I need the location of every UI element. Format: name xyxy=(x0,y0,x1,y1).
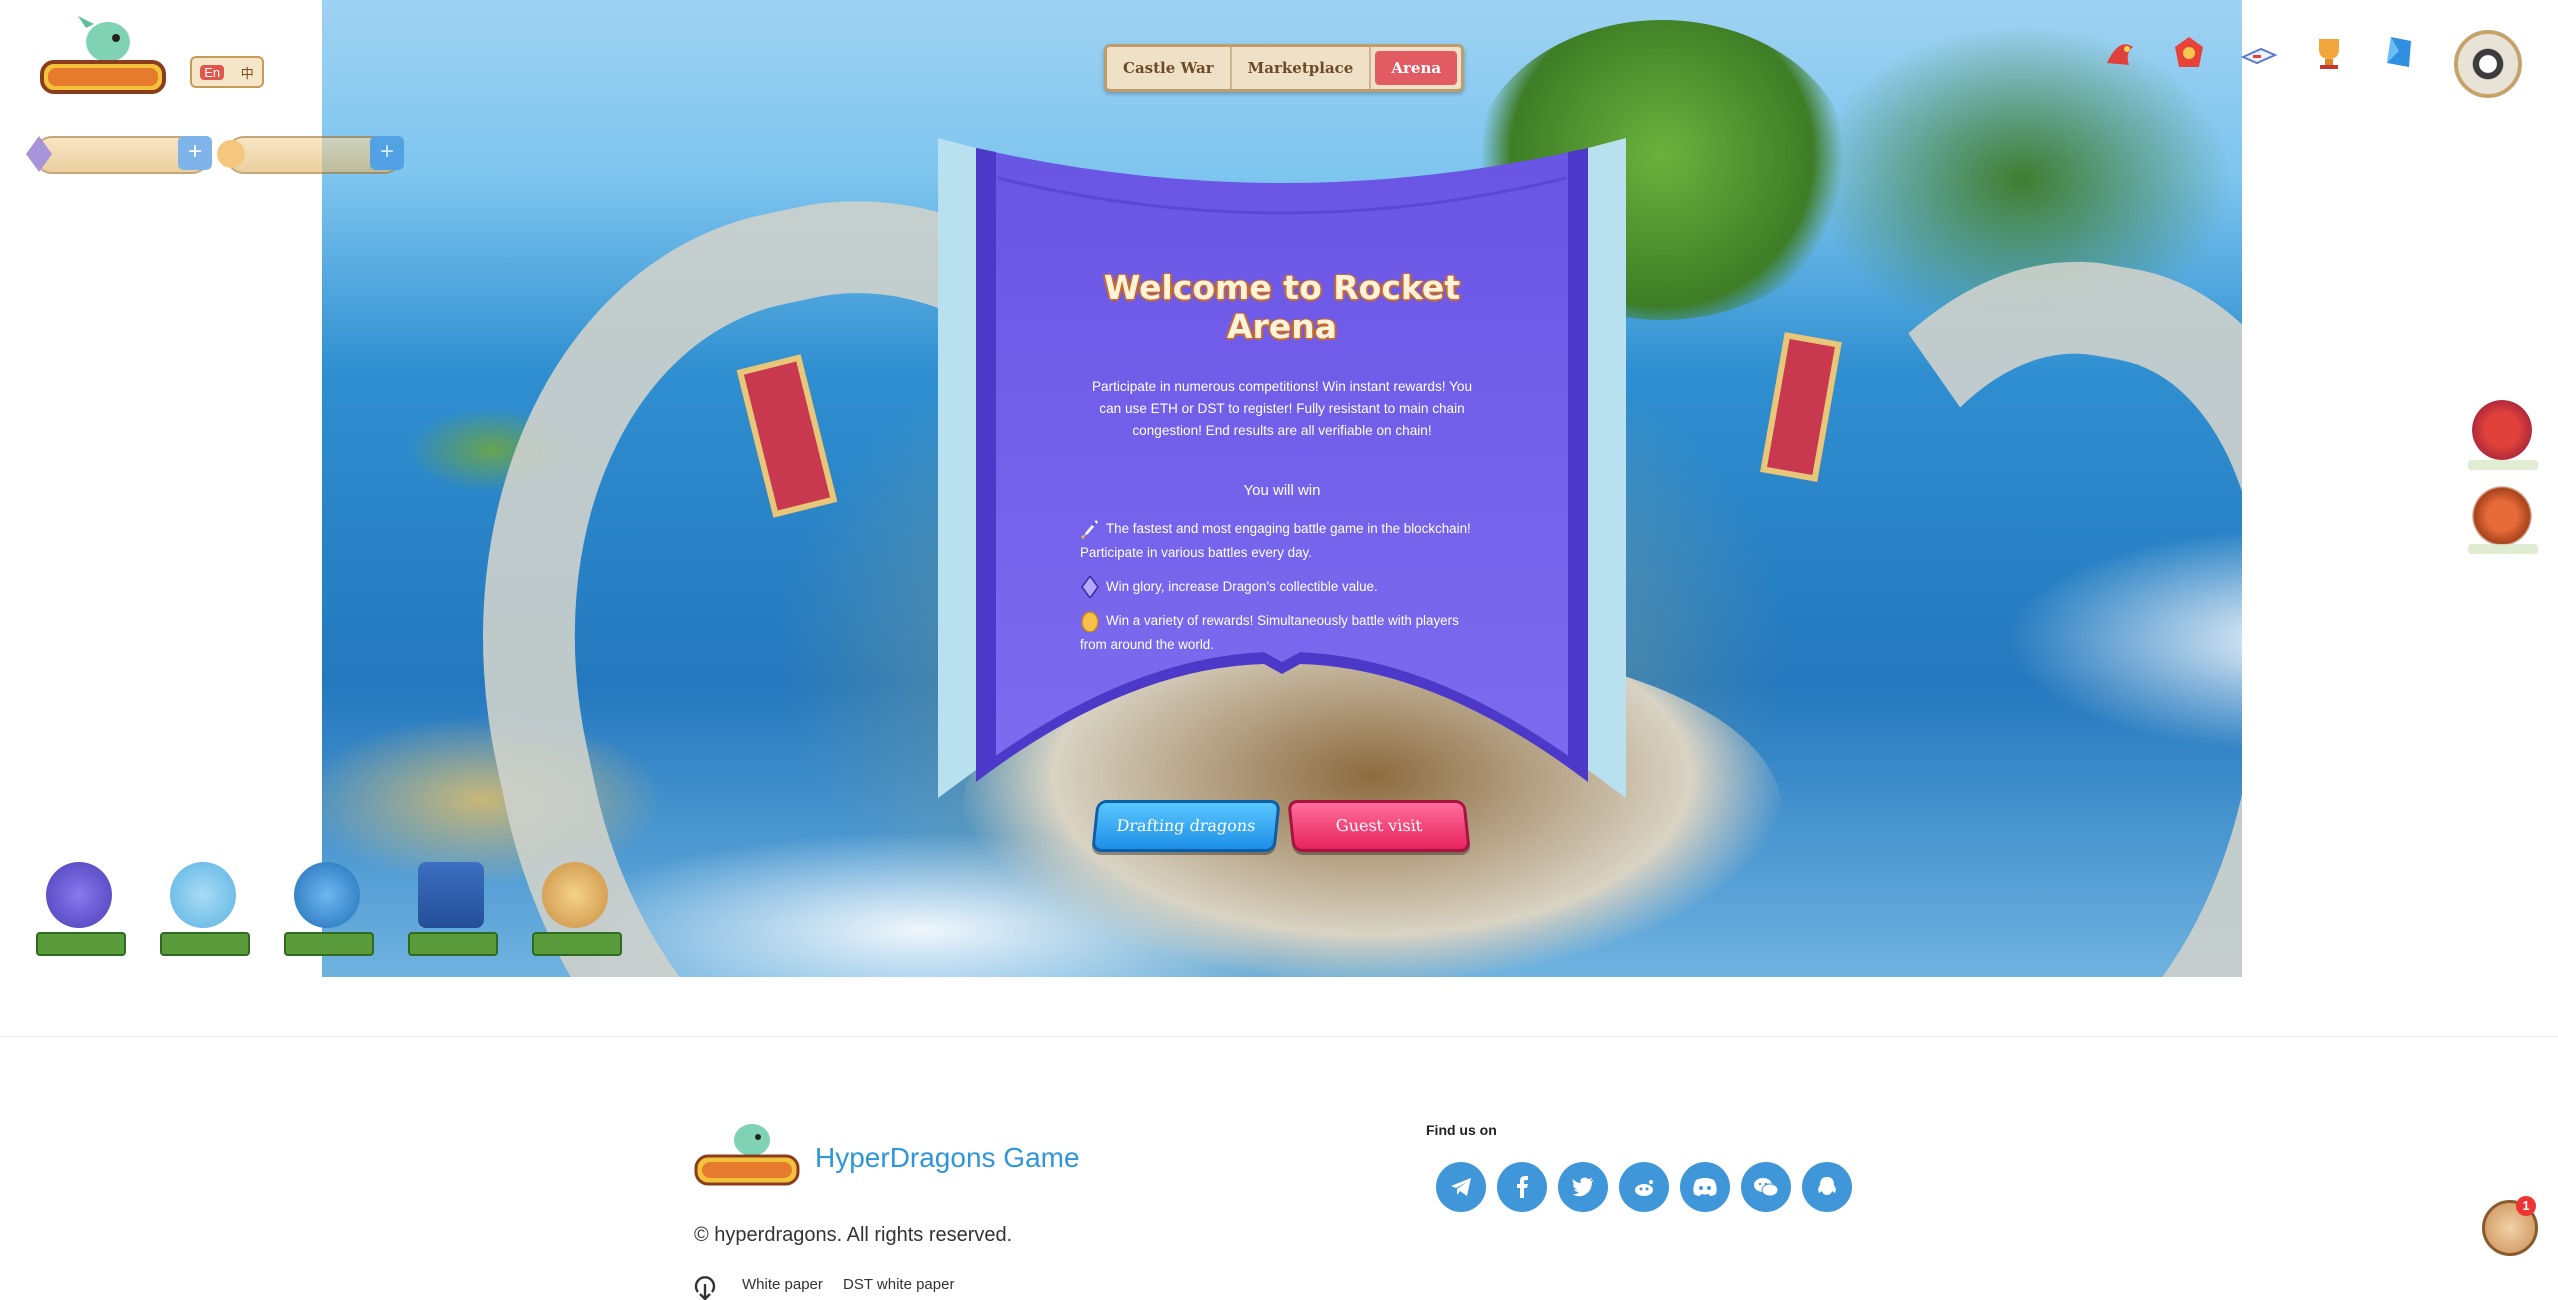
facebook-icon[interactable] xyxy=(1497,1162,1547,1212)
lang-en[interactable]: En xyxy=(200,64,225,80)
discord-icon[interactable] xyxy=(1680,1162,1730,1212)
footer-logo[interactable] xyxy=(694,1118,800,1190)
egg-coin-icon xyxy=(1081,611,1099,633)
win-item: The fastest and most engaging battle gam… xyxy=(1080,517,1484,565)
brand-name[interactable]: HyperDragons Game xyxy=(815,1142,1080,1174)
copyright: © hyperdragons. All rights reserved. xyxy=(694,1224,1013,1246)
wechat-icon[interactable] xyxy=(1741,1162,1791,1212)
trophy-icon[interactable] xyxy=(2306,30,2352,76)
bottom-icon-1-ribbon xyxy=(36,932,126,956)
scroll-book-icon[interactable] xyxy=(2236,30,2282,76)
orb-icon xyxy=(294,862,360,928)
reddit-icon[interactable] xyxy=(1619,1162,1669,1212)
egg-purple-icon xyxy=(46,862,112,928)
nav-castle-war[interactable]: Castle War xyxy=(1107,47,1232,89)
panel-title: Welcome to Rocket Arena xyxy=(1103,268,1461,346)
twitter-icon[interactable] xyxy=(1558,1162,1608,1212)
footer-divider xyxy=(0,1036,2558,1037)
win-heading: You will win xyxy=(1243,482,1321,499)
nav-marketplace[interactable]: Marketplace xyxy=(1232,47,1372,89)
main-nav: Castle War Marketplace Arena xyxy=(1104,44,1465,92)
side-dragon-icon[interactable] xyxy=(2472,400,2532,460)
eth-diamond-icon xyxy=(26,136,52,172)
dragon-icon[interactable] xyxy=(2096,30,2142,76)
win-item: Win glory, increase Dragon's collectible… xyxy=(1080,575,1484,599)
nav-arena[interactable]: Arena xyxy=(1375,51,1458,85)
bottom-icon-2[interactable] xyxy=(160,862,250,956)
bottom-icon-5[interactable] xyxy=(532,862,622,956)
win-item-text: The fastest and most engaging battle gam… xyxy=(1080,521,1471,560)
eth-diamond-icon xyxy=(1081,576,1099,599)
user-avatar[interactable] xyxy=(2454,30,2522,98)
guest-visit-button[interactable]: Guest visit xyxy=(1287,800,1471,852)
top-right-icons xyxy=(2096,30,2422,76)
telegram-icon[interactable] xyxy=(1436,1162,1486,1212)
bottom-icon-3[interactable] xyxy=(284,862,374,956)
white-paper-link[interactable]: White paper xyxy=(742,1276,823,1293)
bottom-icon-3-ribbon xyxy=(284,932,374,956)
side-egg-label xyxy=(2468,544,2538,554)
treasure-icon[interactable] xyxy=(2166,30,2212,76)
language-switch[interactable]: En 中 xyxy=(190,56,264,88)
bottom-icon-4-ribbon xyxy=(408,932,498,956)
bottom-menu xyxy=(36,862,622,956)
chat-notification-badge: 1 xyxy=(2516,1196,2536,1216)
dst-balance: + xyxy=(217,136,404,174)
lang-zh[interactable]: 中 xyxy=(241,63,254,82)
crystal-icon[interactable] xyxy=(2376,30,2422,76)
eth-balance: + xyxy=(26,136,212,174)
welcome-panel: Welcome to Rocket Arena Participate in n… xyxy=(938,138,1626,798)
bottom-icon-4[interactable] xyxy=(408,862,498,956)
find-us-label: Find us on xyxy=(1426,1122,1497,1138)
dst-white-paper-link[interactable]: DST white paper xyxy=(843,1276,954,1293)
hyperdragons-logo[interactable] xyxy=(38,16,168,100)
social-links xyxy=(1436,1162,1852,1212)
scroll-icon xyxy=(542,862,608,928)
add-eth-button[interactable]: + xyxy=(178,136,212,170)
panel-intro: Participate in numerous competitions! Wi… xyxy=(1091,379,1473,438)
dragon-pet-icon xyxy=(170,862,236,928)
bottom-icon-2-ribbon xyxy=(160,932,250,956)
banner-icon xyxy=(418,862,484,928)
qq-icon[interactable] xyxy=(1802,1162,1852,1212)
side-egg-icon[interactable] xyxy=(2472,486,2532,546)
bottom-icon-5-ribbon xyxy=(532,932,622,956)
win-item-text: Win a variety of rewards! Simultaneously… xyxy=(1080,613,1459,652)
panel-content: Welcome to Rocket Arena Participate in n… xyxy=(1080,262,1484,667)
bottom-icon-1[interactable] xyxy=(36,862,126,956)
rocket-icon xyxy=(1080,520,1098,540)
drafting-dragons-button[interactable]: Drafting dragons xyxy=(1091,800,1281,852)
dst-coin-icon xyxy=(217,140,245,168)
win-item-text: Win glory, increase Dragon's collectible… xyxy=(1106,579,1378,594)
download-icon[interactable] xyxy=(690,1272,720,1300)
win-item: Win a variety of rewards! Simultaneously… xyxy=(1080,609,1484,657)
win-list: The fastest and most engaging battle gam… xyxy=(1080,517,1484,657)
add-dst-button[interactable]: + xyxy=(370,136,404,170)
side-dragon-label xyxy=(2468,460,2538,470)
